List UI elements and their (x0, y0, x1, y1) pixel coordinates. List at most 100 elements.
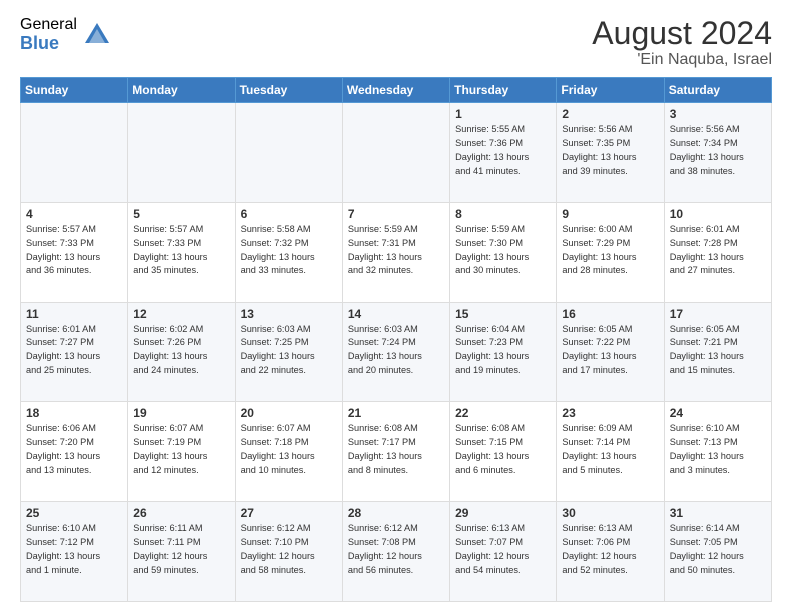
calendar-week-5: 25 Sunrise: 6:10 AM Sunset: 7:12 PM Dayli… (21, 502, 772, 602)
calendar-cell: 2 Sunrise: 5:56 AM Sunset: 7:35 PM Daylig… (557, 103, 664, 203)
day-info: Sunrise: 6:04 AM Sunset: 7:23 PM Dayligh… (455, 323, 551, 378)
location-title: 'Ein Naquba, Israel (592, 51, 772, 69)
calendar-cell: 5 Sunrise: 5:57 AM Sunset: 7:33 PM Daylig… (128, 202, 235, 302)
day-info: Sunrise: 6:10 AM Sunset: 7:12 PM Dayligh… (26, 522, 122, 577)
day-info: Sunrise: 6:02 AM Sunset: 7:26 PM Dayligh… (133, 323, 229, 378)
day-info: Sunrise: 6:03 AM Sunset: 7:25 PM Dayligh… (241, 323, 337, 378)
calendar-cell: 24Sunrise: 6:10 AM Sunset: 7:13 PM Dayli… (664, 402, 771, 502)
calendar-cell: 4 Sunrise: 5:57 AM Sunset: 7:33 PM Daylig… (21, 202, 128, 302)
day-number: 15 (455, 307, 551, 321)
calendar-cell: 23Sunrise: 6:09 AM Sunset: 7:14 PM Dayli… (557, 402, 664, 502)
day-info: Sunrise: 6:12 AM Sunset: 7:08 PM Dayligh… (348, 522, 444, 577)
day-number: 5 (133, 207, 229, 221)
day-number: 28 (348, 506, 444, 520)
day-info: Sunrise: 6:03 AM Sunset: 7:24 PM Dayligh… (348, 323, 444, 378)
weekday-row: Sunday Monday Tuesday Wednesday Thursday… (21, 78, 772, 103)
day-number: 3 (670, 107, 766, 121)
day-number: 18 (26, 406, 122, 420)
header: GeneralBlue August 2024 'Ein Naquba, Isr… (20, 16, 772, 69)
calendar-week-1: 1 Sunrise: 5:55 AM Sunset: 7:36 PM Daylig… (21, 103, 772, 203)
day-info: Sunrise: 6:07 AM Sunset: 7:18 PM Dayligh… (241, 422, 337, 477)
weekday-sunday: Sunday (21, 78, 128, 103)
day-info: Sunrise: 5:57 AM Sunset: 7:33 PM Dayligh… (26, 223, 122, 278)
day-info: Sunrise: 5:56 AM Sunset: 7:35 PM Dayligh… (562, 123, 658, 178)
day-number: 19 (133, 406, 229, 420)
day-info: Sunrise: 6:01 AM Sunset: 7:27 PM Dayligh… (26, 323, 122, 378)
day-number: 26 (133, 506, 229, 520)
day-number: 4 (26, 207, 122, 221)
calendar-cell (342, 103, 449, 203)
day-info: Sunrise: 5:59 AM Sunset: 7:31 PM Dayligh… (348, 223, 444, 278)
day-number: 10 (670, 207, 766, 221)
day-number: 14 (348, 307, 444, 321)
logo-icon (83, 21, 111, 49)
day-info: Sunrise: 6:08 AM Sunset: 7:17 PM Dayligh… (348, 422, 444, 477)
day-info: Sunrise: 6:01 AM Sunset: 7:28 PM Dayligh… (670, 223, 766, 278)
calendar-cell: 26 Sunrise: 6:11 AM Sunset: 7:11 PM Dayli… (128, 502, 235, 602)
calendar-cell: 14 Sunrise: 6:03 AM Sunset: 7:24 PM Dayli… (342, 302, 449, 402)
day-number: 27 (241, 506, 337, 520)
day-number: 30 (562, 506, 658, 520)
calendar-cell: 25 Sunrise: 6:10 AM Sunset: 7:12 PM Dayli… (21, 502, 128, 602)
calendar-cell: 15 Sunrise: 6:04 AM Sunset: 7:23 PM Dayli… (450, 302, 557, 402)
weekday-wednesday: Wednesday (342, 78, 449, 103)
calendar-page: GeneralBlue August 2024 'Ein Naquba, Isr… (0, 0, 792, 612)
day-info: Sunrise: 6:12 AM Sunset: 7:10 PM Dayligh… (241, 522, 337, 577)
logo-text: GeneralBlue (20, 16, 77, 53)
calendar-cell (235, 103, 342, 203)
calendar-cell: 28 Sunrise: 6:12 AM Sunset: 7:08 PM Dayli… (342, 502, 449, 602)
day-info: Sunrise: 5:56 AM Sunset: 7:34 PM Dayligh… (670, 123, 766, 178)
calendar-cell: 12Sunrise: 6:02 AM Sunset: 7:26 PM Dayli… (128, 302, 235, 402)
day-info: Sunrise: 6:13 AM Sunset: 7:06 PM Dayligh… (562, 522, 658, 577)
day-info: Sunrise: 6:14 AM Sunset: 7:05 PM Dayligh… (670, 522, 766, 577)
calendar-body: 1 Sunrise: 5:55 AM Sunset: 7:36 PM Daylig… (21, 103, 772, 602)
calendar-cell: 3 Sunrise: 5:56 AM Sunset: 7:34 PM Daylig… (664, 103, 771, 203)
day-info: Sunrise: 5:57 AM Sunset: 7:33 PM Dayligh… (133, 223, 229, 278)
day-info: Sunrise: 6:13 AM Sunset: 7:07 PM Dayligh… (455, 522, 551, 577)
day-info: Sunrise: 5:59 AM Sunset: 7:30 PM Dayligh… (455, 223, 551, 278)
day-number: 16 (562, 307, 658, 321)
calendar-cell: 11 Sunrise: 6:01 AM Sunset: 7:27 PM Dayli… (21, 302, 128, 402)
weekday-saturday: Saturday (664, 78, 771, 103)
weekday-monday: Monday (128, 78, 235, 103)
calendar-cell: 6 Sunrise: 5:58 AM Sunset: 7:32 PM Daylig… (235, 202, 342, 302)
calendar-cell: 29 Sunrise: 6:13 AM Sunset: 7:07 PM Dayli… (450, 502, 557, 602)
day-number: 8 (455, 207, 551, 221)
day-info: Sunrise: 5:58 AM Sunset: 7:32 PM Dayligh… (241, 223, 337, 278)
calendar-cell: 19Sunrise: 6:07 AM Sunset: 7:19 PM Dayli… (128, 402, 235, 502)
day-info: Sunrise: 6:05 AM Sunset: 7:21 PM Dayligh… (670, 323, 766, 378)
day-info: Sunrise: 6:05 AM Sunset: 7:22 PM Dayligh… (562, 323, 658, 378)
day-info: Sunrise: 6:10 AM Sunset: 7:13 PM Dayligh… (670, 422, 766, 477)
day-number: 25 (26, 506, 122, 520)
calendar-cell: 9 Sunrise: 6:00 AM Sunset: 7:29 PM Daylig… (557, 202, 664, 302)
weekday-friday: Friday (557, 78, 664, 103)
day-info: Sunrise: 6:00 AM Sunset: 7:29 PM Dayligh… (562, 223, 658, 278)
calendar-cell: 30 Sunrise: 6:13 AM Sunset: 7:06 PM Dayli… (557, 502, 664, 602)
calendar-week-4: 18Sunrise: 6:06 AM Sunset: 7:20 PM Dayli… (21, 402, 772, 502)
header-right: August 2024 'Ein Naquba, Israel (592, 16, 772, 69)
logo-general: General (20, 16, 77, 34)
calendar-cell: 1 Sunrise: 5:55 AM Sunset: 7:36 PM Daylig… (450, 103, 557, 203)
calendar-cell: 18Sunrise: 6:06 AM Sunset: 7:20 PM Dayli… (21, 402, 128, 502)
day-number: 13 (241, 307, 337, 321)
day-number: 7 (348, 207, 444, 221)
day-info: Sunrise: 6:08 AM Sunset: 7:15 PM Dayligh… (455, 422, 551, 477)
calendar-cell: 20Sunrise: 6:07 AM Sunset: 7:18 PM Dayli… (235, 402, 342, 502)
day-number: 29 (455, 506, 551, 520)
day-number: 1 (455, 107, 551, 121)
day-info: Sunrise: 5:55 AM Sunset: 7:36 PM Dayligh… (455, 123, 551, 178)
calendar-cell: 8 Sunrise: 5:59 AM Sunset: 7:30 PM Daylig… (450, 202, 557, 302)
day-number: 11 (26, 307, 122, 321)
day-number: 22 (455, 406, 551, 420)
calendar-header: Sunday Monday Tuesday Wednesday Thursday… (21, 78, 772, 103)
calendar-cell: 22 Sunrise: 6:08 AM Sunset: 7:15 PM Dayli… (450, 402, 557, 502)
day-info: Sunrise: 6:11 AM Sunset: 7:11 PM Dayligh… (133, 522, 229, 577)
day-number: 2 (562, 107, 658, 121)
day-number: 6 (241, 207, 337, 221)
calendar-week-3: 11 Sunrise: 6:01 AM Sunset: 7:27 PM Dayli… (21, 302, 772, 402)
day-info: Sunrise: 6:09 AM Sunset: 7:14 PM Dayligh… (562, 422, 658, 477)
day-number: 9 (562, 207, 658, 221)
calendar-cell: 27 Sunrise: 6:12 AM Sunset: 7:10 PM Dayli… (235, 502, 342, 602)
calendar-cell (21, 103, 128, 203)
logo: GeneralBlue (20, 16, 111, 53)
